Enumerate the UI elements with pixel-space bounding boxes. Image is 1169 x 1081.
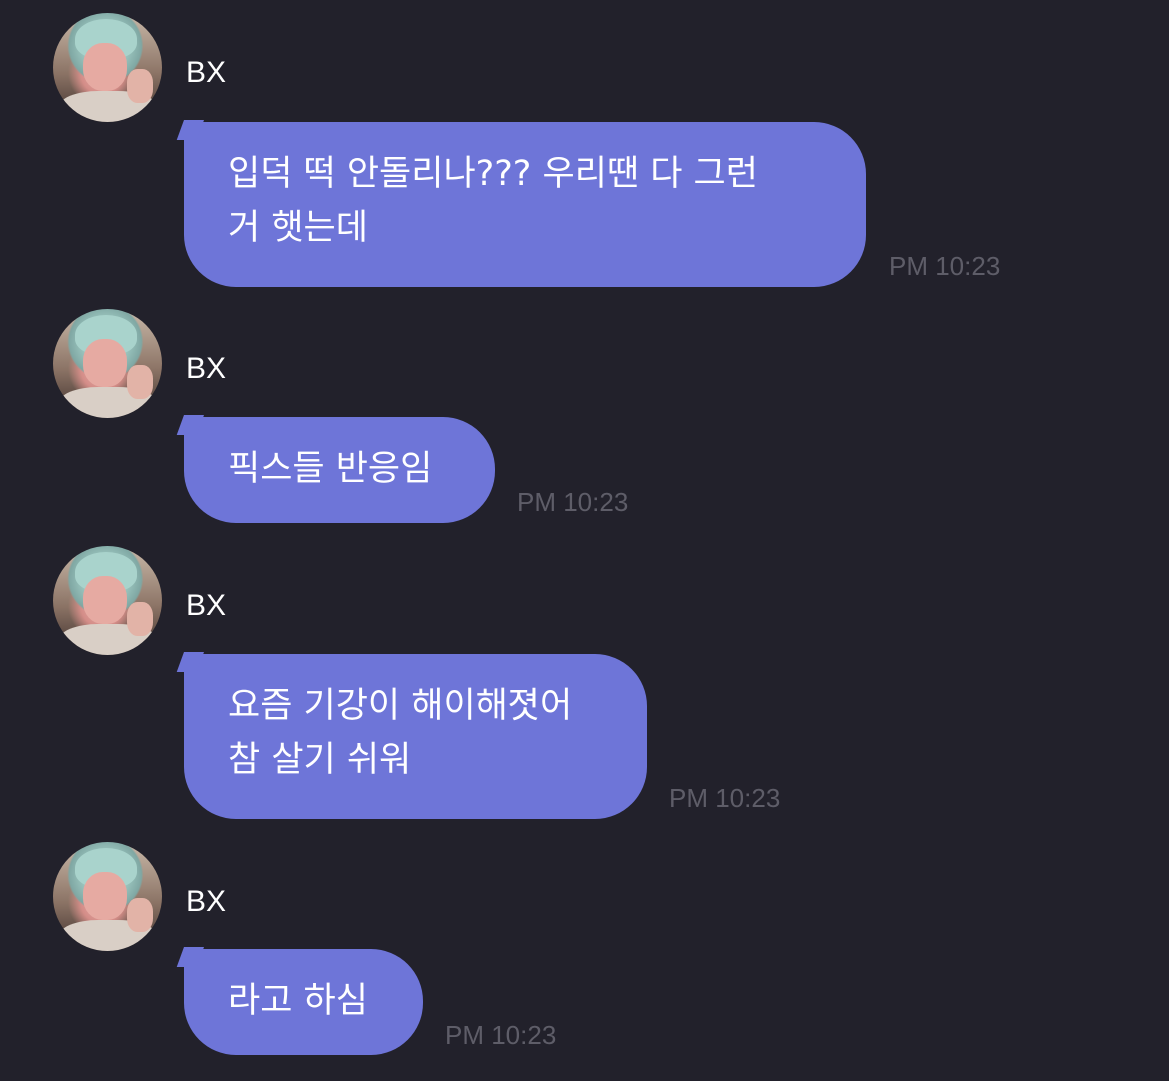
message-bubble[interactable]: 입덕 떡 안돌리나??? 우리땐 다 그런 거 햇는데	[184, 122, 866, 287]
sender-avatar[interactable]	[53, 309, 162, 418]
sender-name: BX	[186, 885, 227, 918]
message-timestamp: PM 10:23	[445, 1020, 557, 1050]
sender-name: BX	[186, 56, 227, 89]
sender-name: BX	[186, 589, 227, 622]
sender-name: BX	[186, 352, 227, 385]
sender-avatar[interactable]	[53, 546, 162, 655]
sender-avatar[interactable]	[53, 13, 162, 122]
message-bubble[interactable]: 라고 하심	[184, 949, 423, 1055]
message-timestamp: PM 10:23	[669, 783, 781, 813]
message-timestamp: PM 10:23	[889, 251, 1001, 281]
message-bubble[interactable]: 픽스들 반응임	[184, 417, 495, 523]
sender-avatar[interactable]	[53, 842, 162, 951]
message-timestamp: PM 10:23	[517, 487, 629, 517]
message-bubble[interactable]: 요즘 기강이 해이해졋어 참 살기 쉬워	[184, 654, 647, 819]
